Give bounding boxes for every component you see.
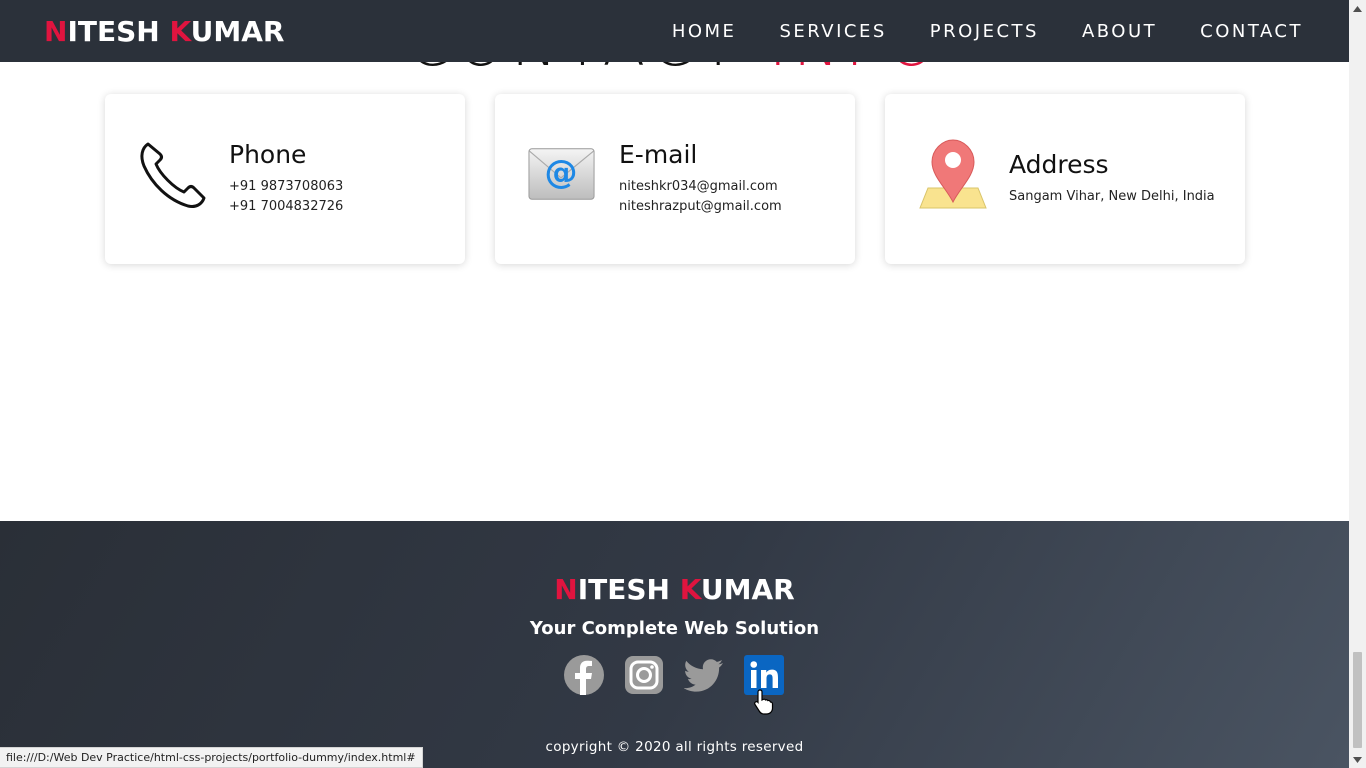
footer-brand-initial-k: K bbox=[679, 573, 701, 606]
footer-tagline: Your Complete Web Solution bbox=[529, 618, 820, 639]
nav-about[interactable]: ABOUT bbox=[1082, 21, 1157, 42]
brand-last-rest: UMAR bbox=[190, 14, 285, 48]
footer-brand: NITESH KUMAR bbox=[0, 573, 1349, 606]
footer: NITESH KUMAR Your Complete Web Solution bbox=[0, 521, 1349, 768]
svg-text:@: @ bbox=[545, 153, 578, 192]
browser-status-bar: file:///D:/Web Dev Practice/html-css-pro… bbox=[0, 747, 423, 768]
email-icon: @ bbox=[528, 148, 595, 200]
scroll-up-arrow-icon[interactable] bbox=[1349, 0, 1366, 17]
scroll-thumb[interactable] bbox=[1353, 652, 1362, 748]
page: CONTACT INFO NITESH KUMAR HOME SERVICES … bbox=[0, 0, 1349, 768]
footer-brand-initial-n: N bbox=[554, 573, 578, 606]
phone-line-1: +91 9873708063 bbox=[229, 179, 344, 194]
address-title: Address bbox=[1009, 150, 1109, 179]
nav-services[interactable]: SERVICES bbox=[779, 21, 886, 42]
phone-icon bbox=[140, 142, 206, 208]
social-links bbox=[564, 655, 784, 695]
footer-brand-first-rest: ITESH bbox=[577, 573, 680, 606]
twitter-icon[interactable] bbox=[684, 655, 724, 695]
email-line-2: niteshrazput@gmail.com bbox=[619, 199, 782, 214]
email-title: E-mail bbox=[619, 140, 698, 169]
phone-line-2: +91 7004832726 bbox=[229, 199, 344, 214]
brand-first-rest: ITESH bbox=[67, 14, 170, 48]
instagram-icon[interactable] bbox=[624, 655, 664, 695]
vertical-scrollbar[interactable] bbox=[1349, 0, 1366, 768]
footer-brand-last-rest: UMAR bbox=[700, 573, 795, 606]
nav-projects[interactable]: PROJECTS bbox=[930, 21, 1039, 42]
nav-links: HOME SERVICES PROJECTS ABOUT CONTACT bbox=[629, 21, 1303, 42]
navbar: NITESH KUMAR HOME SERVICES PROJECTS ABOU… bbox=[0, 0, 1349, 62]
phone-title: Phone bbox=[229, 140, 307, 169]
address-card: Address Sangam Vihar, New Delhi, India bbox=[885, 94, 1245, 264]
brand-initial-n: N bbox=[44, 14, 68, 48]
nav-contact[interactable]: CONTACT bbox=[1200, 21, 1303, 42]
brand-logo[interactable]: NITESH KUMAR bbox=[44, 15, 285, 48]
hand-cursor-icon bbox=[754, 689, 774, 715]
address-line: Sangam Vihar, New Delhi, India bbox=[1009, 189, 1215, 204]
scroll-down-arrow-icon[interactable] bbox=[1349, 751, 1366, 768]
email-line-1: niteshkr034@gmail.com bbox=[619, 179, 778, 194]
brand-initial-k: K bbox=[169, 14, 191, 48]
map-pin-icon bbox=[919, 139, 987, 209]
nav-home[interactable]: HOME bbox=[672, 21, 737, 42]
contact-cards: Phone +91 9873708063 +91 7004832726 @ E-… bbox=[105, 94, 1245, 264]
facebook-icon[interactable] bbox=[564, 655, 604, 695]
phone-card: Phone +91 9873708063 +91 7004832726 bbox=[105, 94, 465, 264]
email-card: @ E-mail niteshkr034@gmail.com niteshraz… bbox=[495, 94, 855, 264]
